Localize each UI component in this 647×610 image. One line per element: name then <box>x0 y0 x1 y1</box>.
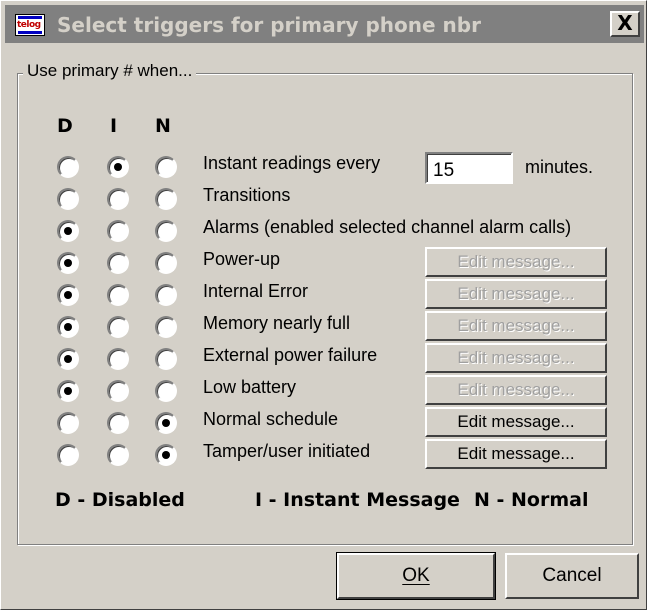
edit-message-button[interactable]: Edit message... <box>425 247 607 277</box>
close-icon: X <box>617 11 633 35</box>
radio-d-row-7[interactable] <box>57 348 79 370</box>
app-icon: telog <box>15 14 45 36</box>
edit-message-button[interactable]: Edit message... <box>425 279 607 309</box>
trigger-label: External power failure <box>203 345 378 365</box>
trigger-label: Tamper/user initiated <box>203 441 371 461</box>
legend-disabled: D - Disabled <box>55 489 185 511</box>
radio-n-row-7[interactable] <box>155 348 177 370</box>
cancel-button-label: Cancel <box>542 565 602 586</box>
radio-n-row-8[interactable] <box>155 380 177 402</box>
edit-message-button[interactable]: Edit message... <box>425 407 607 437</box>
trigger-group-box <box>17 73 633 545</box>
radio-d-row-8[interactable] <box>57 380 79 402</box>
radio-n-row-10[interactable] <box>155 444 177 466</box>
radio-i-row-4[interactable] <box>107 252 129 274</box>
edit-message-button[interactable]: Edit message... <box>425 343 607 373</box>
radio-n-row-2[interactable] <box>155 188 177 210</box>
trigger-label: Low battery <box>203 377 297 397</box>
column-header-i: I <box>110 115 118 137</box>
edit-message-button[interactable]: Edit message... <box>425 375 607 405</box>
column-header-d: D <box>57 115 73 137</box>
edit-message-button[interactable]: Edit message... <box>425 311 607 341</box>
radio-i-row-2[interactable] <box>107 188 129 210</box>
radio-n-row-5[interactable] <box>155 284 177 306</box>
interval-minutes-input[interactable] <box>425 152 513 184</box>
cancel-button[interactable]: Cancel <box>505 553 639 599</box>
radio-i-row-7[interactable] <box>107 348 129 370</box>
radio-i-row-1[interactable] <box>107 156 129 178</box>
radio-dot <box>114 163 122 171</box>
radio-n-row-9[interactable] <box>155 412 177 434</box>
legend-normal: N - Normal <box>474 489 589 511</box>
radio-i-row-9[interactable] <box>107 412 129 434</box>
column-header-n: N <box>155 115 171 137</box>
dialog-window: telog Select triggers for primary phone … <box>0 0 647 610</box>
radio-d-row-1[interactable] <box>57 156 79 178</box>
trigger-label: Alarms (enabled selected channel alarm c… <box>203 217 572 237</box>
radio-d-row-9[interactable] <box>57 412 79 434</box>
radio-d-row-6[interactable] <box>57 316 79 338</box>
radio-n-row-6[interactable] <box>155 316 177 338</box>
ok-button-label: OK <box>402 565 430 586</box>
radio-dot <box>162 451 170 459</box>
dialog-title: Select triggers for primary phone nbr <box>57 13 481 37</box>
trigger-label: Instant readings every <box>203 153 381 173</box>
radio-dot <box>162 419 170 427</box>
interval-units-label: minutes. <box>525 157 594 177</box>
radio-n-row-1[interactable] <box>155 156 177 178</box>
trigger-label: Memory nearly full <box>203 313 351 333</box>
ok-button[interactable]: OK <box>336 552 496 600</box>
radio-i-row-10[interactable] <box>107 444 129 466</box>
radio-dot <box>64 323 72 331</box>
radio-d-row-5[interactable] <box>57 284 79 306</box>
trigger-label: Transitions <box>203 185 291 205</box>
close-button[interactable]: X <box>610 11 640 37</box>
radio-n-row-3[interactable] <box>155 220 177 242</box>
group-label: Use primary # when... <box>23 61 197 81</box>
radio-i-row-3[interactable] <box>107 220 129 242</box>
radio-dot <box>64 291 72 299</box>
radio-n-row-4[interactable] <box>155 252 177 274</box>
radio-dot <box>64 227 72 235</box>
radio-i-row-5[interactable] <box>107 284 129 306</box>
radio-d-row-2[interactable] <box>57 188 79 210</box>
trigger-label: Normal schedule <box>203 409 339 429</box>
app-icon-text: telog <box>17 20 41 30</box>
edit-message-button[interactable]: Edit message... <box>425 439 607 469</box>
radio-i-row-6[interactable] <box>107 316 129 338</box>
radio-i-row-8[interactable] <box>107 380 129 402</box>
trigger-label: Internal Error <box>203 281 309 301</box>
radio-d-row-4[interactable] <box>57 252 79 274</box>
radio-dot <box>64 387 72 395</box>
legend-instant: I - Instant Message <box>255 489 460 511</box>
radio-d-row-3[interactable] <box>57 220 79 242</box>
radio-dot <box>64 355 72 363</box>
radio-dot <box>64 259 72 267</box>
trigger-label: Power-up <box>203 249 281 269</box>
radio-d-row-10[interactable] <box>57 444 79 466</box>
title-bar[interactable]: telog Select triggers for primary phone … <box>5 5 644 43</box>
